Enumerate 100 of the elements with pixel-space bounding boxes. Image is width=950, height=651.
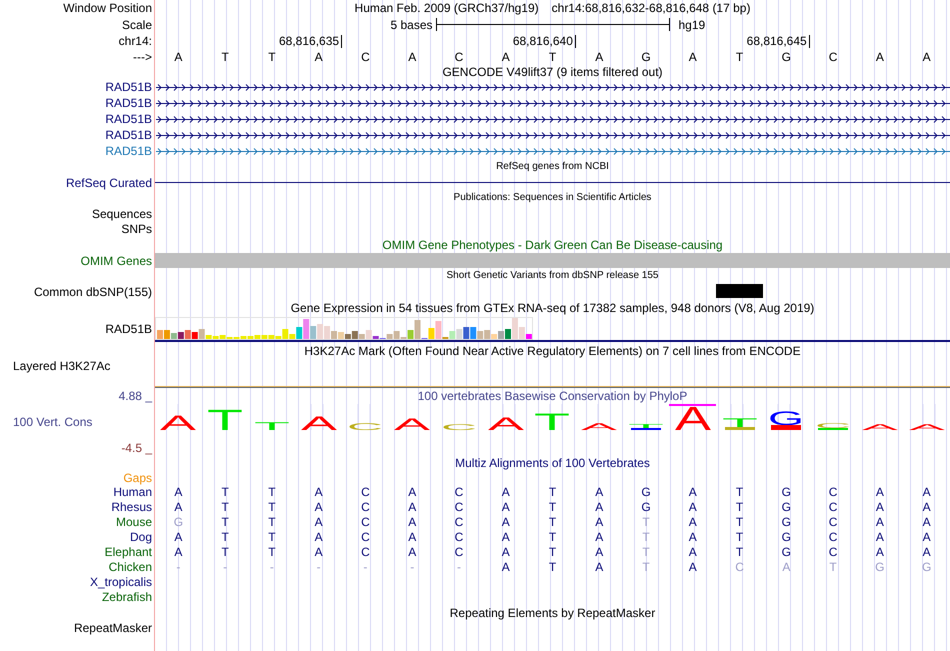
aligned-base: T: [736, 544, 744, 558]
aligned-base: A: [314, 530, 323, 544]
aligned-base: T: [268, 484, 276, 498]
aligned-base: A: [174, 484, 182, 498]
logo-letter: A: [160, 415, 196, 430]
gene-label: RAD51B: [105, 96, 152, 110]
base-letter: T: [736, 50, 744, 64]
aligned-base: T: [642, 560, 650, 574]
gene-label: RAD51B: [105, 128, 152, 142]
aligned-base: -: [316, 560, 321, 574]
aligned-base: A: [408, 514, 416, 528]
aligned-base: A: [922, 484, 931, 498]
species-label: Elephant: [104, 544, 152, 558]
aligned-base: A: [595, 484, 604, 498]
aligned-base: A: [876, 530, 884, 544]
tick-mark-icon: [808, 34, 810, 48]
logo-letter: A: [394, 418, 430, 430]
aligned-base: A: [595, 560, 604, 574]
aligned-base: -: [363, 560, 368, 574]
aligned-base: A: [502, 514, 510, 528]
assembly-name: hg19: [678, 18, 706, 32]
aligned-base: G: [641, 500, 651, 514]
aligned-base: C: [828, 484, 838, 498]
aligned-base: A: [688, 560, 697, 574]
aligned-base: T: [548, 514, 556, 528]
track-title: 100 vertebrates Basewise Conservation by PhyloP: [418, 389, 688, 403]
aligned-base: A: [876, 514, 884, 528]
logo-letter: A: [581, 423, 618, 430]
aligned-base: A: [688, 514, 697, 528]
aligned-base: A: [922, 544, 931, 558]
aligned-base: A: [174, 544, 182, 558]
aligned-base: C: [361, 514, 370, 528]
aligned-base: T: [736, 530, 744, 544]
ruler-tick-label: 68,816,635: [278, 34, 340, 48]
aligned-base: A: [688, 544, 697, 558]
base-letter: A: [314, 50, 323, 64]
base-letter: C: [454, 50, 464, 64]
logo-letter: C: [347, 423, 384, 430]
aligned-base: T: [548, 500, 556, 514]
track-title: Repeating Elements by RepeatMasker: [450, 606, 656, 620]
track-title: Gene Expression in 54 tissues from GTEx RNA-seq of 17382 samples, 948 donors (V8, Aug 2019): [290, 300, 814, 314]
species-label: Dog: [130, 530, 152, 544]
logo-letter: T: [534, 413, 570, 430]
base-letter: G: [782, 50, 791, 64]
track-title: Publications: Sequences in Scientific Articles: [454, 191, 652, 205]
aligned-base: -: [223, 560, 228, 574]
logo-letter: A: [488, 417, 524, 430]
aligned-base: C: [828, 514, 838, 528]
track-label: 100 Vert. Cons: [13, 415, 92, 429]
species-label: Mouse: [116, 514, 152, 528]
aligned-base: C: [828, 530, 838, 544]
base-letter: A: [595, 50, 604, 64]
logo-letter: T: [254, 422, 290, 430]
aligned-base: A: [314, 484, 323, 498]
aligned-base: A: [782, 560, 790, 574]
base-letter: A: [922, 50, 931, 64]
aligned-base: G: [782, 514, 791, 528]
aligned-base: G: [875, 560, 885, 574]
aligned-base: C: [828, 544, 838, 558]
base-letter: A: [502, 50, 510, 64]
aligned-base: A: [922, 514, 931, 528]
track-label: Sequences: [92, 206, 152, 220]
scale-length: 5 bases: [390, 18, 432, 32]
aligned-base: T: [829, 560, 837, 574]
aligned-base: C: [454, 530, 464, 544]
track-title: RefSeq genes from NCBI: [496, 160, 609, 174]
track-label: SNPs: [121, 222, 152, 236]
ruler-tick-label: 68,816,640: [512, 34, 573, 48]
track-title: Short Genetic Variants from dbSNP release 155: [446, 269, 658, 283]
aligned-base: C: [361, 544, 370, 558]
aligned-base: A: [876, 500, 884, 514]
logo-letter: T: [207, 409, 244, 430]
base-letter: C: [828, 50, 838, 64]
gene-label: RAD51B: [105, 80, 152, 94]
base-letter: A: [876, 50, 884, 64]
aligned-base: A: [595, 500, 604, 514]
aligned-base: A: [408, 484, 416, 498]
tick-mark-icon: [341, 34, 342, 48]
axis-max-label: 4.88 _: [118, 389, 152, 403]
logo-letter: A: [862, 424, 898, 430]
aligned-base: C: [454, 500, 464, 514]
aligned-base: A: [502, 484, 510, 498]
aligned-base: A: [174, 500, 182, 514]
base-letter: A: [174, 50, 182, 64]
species-label: Chicken: [108, 560, 152, 574]
aligned-base: A: [595, 530, 604, 544]
aligned-base: G: [782, 530, 791, 544]
aligned-base: G: [782, 544, 791, 558]
track-title: H3K27Ac Mark (Often Found Near Active Regulatory Elements) on 7 cell lines from ENCODE: [304, 344, 801, 358]
aligned-base: G: [641, 484, 651, 498]
track-label: Scale: [122, 18, 152, 32]
base-letter: G: [641, 50, 651, 64]
base-letter: C: [361, 50, 370, 64]
aligned-base: A: [922, 500, 931, 514]
ruler-tick-label: 68,816,645: [746, 34, 807, 48]
aligned-base: A: [408, 500, 416, 514]
aligned-base: C: [454, 544, 464, 558]
aligned-base: A: [595, 514, 604, 528]
base-letter: A: [688, 50, 697, 64]
aligned-base: A: [876, 544, 884, 558]
